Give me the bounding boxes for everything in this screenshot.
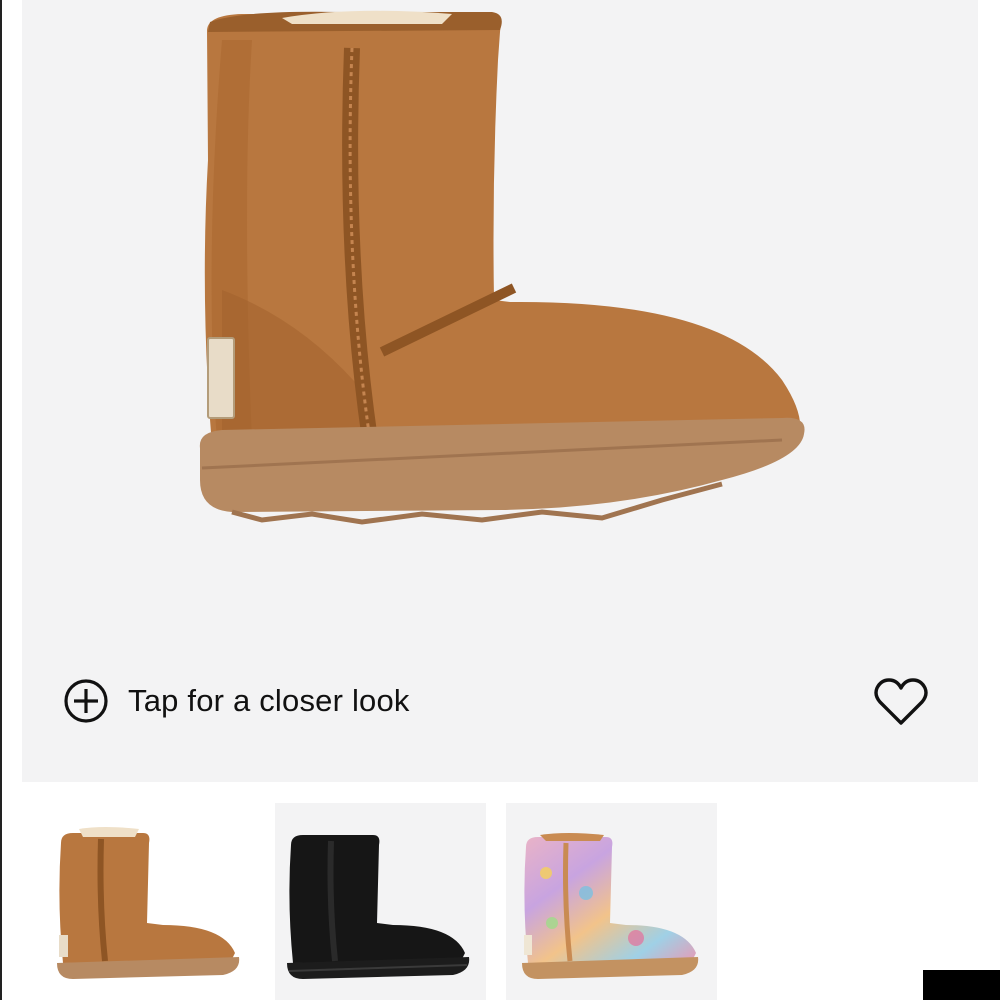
closer-look-button[interactable]: Tap for a closer look: [62, 676, 410, 726]
thumbnail-black[interactable]: [275, 803, 486, 1000]
boot-image: [199, 10, 805, 525]
multicolor-boot-thumb: [522, 833, 699, 979]
corner-bar: [923, 970, 1000, 1000]
black-boot-thumb: [287, 835, 470, 979]
product-hero-image[interactable]: Tap for a closer look: [22, 0, 978, 782]
thumbnail-multicolor[interactable]: [506, 803, 717, 1000]
chestnut-boot-thumb: [57, 827, 240, 979]
plus-circle-icon: [64, 679, 108, 723]
left-edge-divider: [0, 0, 2, 1000]
thumbnail-chestnut[interactable]: [43, 803, 254, 1000]
closer-look-label: Tap for a closer look: [128, 683, 410, 718]
heart-outline-icon: [874, 678, 928, 725]
favorite-button[interactable]: [872, 676, 930, 728]
